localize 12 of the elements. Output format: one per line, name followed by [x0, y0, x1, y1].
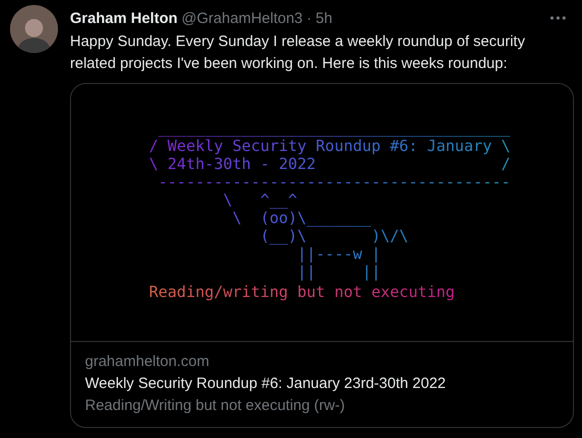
link-description: Reading/Writing but not executing (rw-): [85, 397, 346, 415]
link-card[interactable]: [70, 83, 574, 428]
author-name[interactable]: Graham Helton: [70, 10, 178, 26]
tweet-text: Happy Sunday. Every Sunday I release a weekly roundup of security related projects I've been working on. Here is this weeks roundup:: [70, 32, 526, 74]
link-domain: grahamhelton.com: [85, 353, 210, 371]
post-time[interactable]: 5h: [316, 10, 332, 26]
link-title: Weekly Security Roundup #6: January 23rd-30th 2022: [85, 375, 447, 393]
more-options-icon[interactable]: [550, 15, 566, 21]
avatar[interactable]: [10, 5, 58, 53]
author-handle[interactable]: @GrahamHelton3: [182, 10, 303, 26]
terminal-caption: Reading/writing but not executing: [149, 283, 455, 301]
separator-dot: ·: [306, 10, 312, 26]
